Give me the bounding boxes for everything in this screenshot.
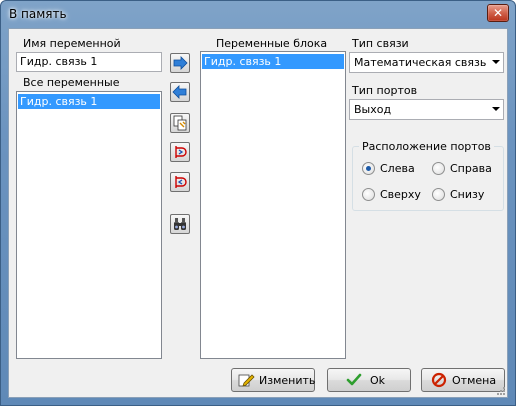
arrow-left-icon [172,85,187,99]
binoculars-icon [174,218,186,230]
cancel-button[interactable]: Отмена [421,368,505,392]
close-button[interactable]: ✕ [487,4,509,22]
checkmark-icon [346,373,362,386]
var-name-input[interactable]: Гидр. связь 1 [16,52,162,72]
edit-button-label: Изменить [259,374,316,387]
port-position-group: Расположение портов Слева Справа Сверху … [352,140,504,211]
radio-top-label: Сверху [380,188,421,201]
radio-selected-dot [366,166,371,171]
edit-button[interactable]: Изменить [231,368,315,392]
port-type-select[interactable]: Выход [349,99,504,120]
copy-edit-icon [173,115,187,131]
link-type-select[interactable]: Математическая связь [349,52,504,73]
list-item[interactable]: Гидр. связь 1 [202,54,344,69]
radio-circle [432,162,445,175]
all-vars-label: Все переменные [23,76,120,89]
dialog-window: В память ✕ Имя переменной Гидр. связь 1 … [0,0,516,406]
close-icon: ✕ [492,6,504,20]
port-connect-button[interactable] [170,142,190,162]
copy-edit-button[interactable] [170,113,190,133]
radio-right[interactable]: Справа [432,162,498,176]
radio-circle [432,188,445,201]
move-right-button[interactable] [170,53,190,73]
radio-top[interactable]: Сверху [362,188,422,202]
port-position-title: Расположение портов [359,140,494,153]
radio-circle [362,188,375,201]
edit-pencil-icon [238,374,255,387]
ok-button-label: Ok [370,374,386,387]
port-type-value: Выход [354,103,392,116]
radio-bottom[interactable]: Снизу [432,188,498,202]
link-type-value: Математическая связь [354,56,487,69]
port-disconnect-button[interactable] [170,172,190,192]
resize-grip-icon[interactable] [496,386,506,396]
port-connect-icon [175,146,187,158]
block-vars-label: Переменные блока [216,37,328,50]
title-bar[interactable]: В память ✕ [1,1,515,27]
arrow-right-icon [173,56,188,70]
port-disconnect-icon [175,176,187,188]
radio-circle [362,162,375,175]
radio-left[interactable]: Слева [362,162,422,176]
all-vars-list[interactable]: Гидр. связь 1 [16,91,162,359]
dialog-client-area: Имя переменной Гидр. связь 1 Все перемен… [8,28,508,398]
move-left-button[interactable] [170,82,190,102]
radio-right-label: Справа [450,162,492,175]
cancel-icon [431,372,447,388]
block-vars-list[interactable]: Гидр. связь 1 [200,51,346,359]
chevron-down-icon [492,60,500,64]
link-type-label: Тип связи [352,37,409,50]
find-button[interactable] [170,214,190,234]
port-type-label: Тип портов [352,84,418,97]
cancel-button-label: Отмена [452,374,497,387]
ok-button[interactable]: Ok [327,368,411,392]
list-item[interactable]: Гидр. связь 1 [18,94,160,109]
radio-left-label: Слева [380,162,415,175]
var-name-label: Имя переменной [23,37,121,50]
chevron-down-icon [492,107,500,111]
radio-bottom-label: Снизу [450,188,485,201]
window-title: В память [9,7,67,21]
